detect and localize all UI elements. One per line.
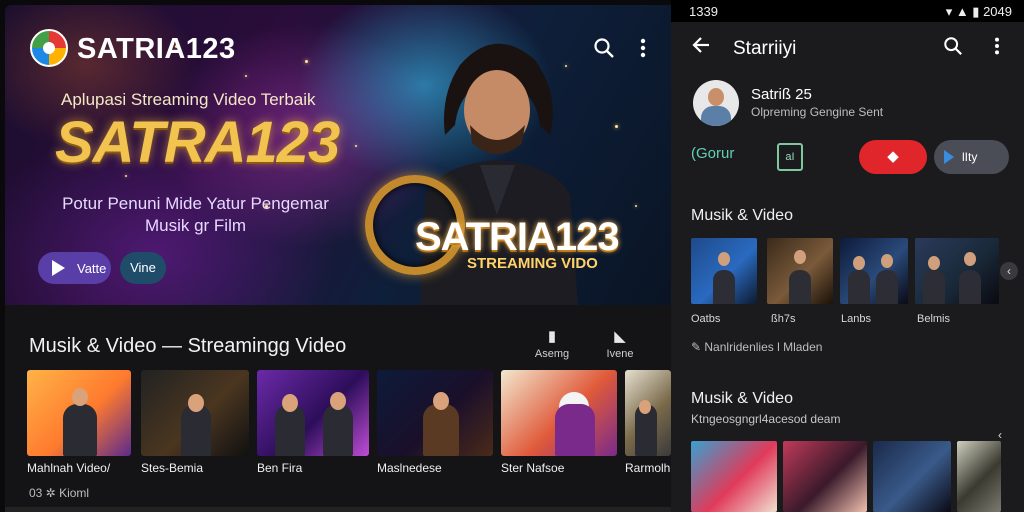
more-vert-icon[interactable]	[639, 37, 647, 63]
hero-promo: Potur Penuni Mide Yatur Pengemar Musik g…	[53, 193, 338, 237]
pencil-icon: ✎	[691, 340, 705, 354]
play-button[interactable]: Vatte	[38, 252, 111, 284]
chevron-left-icon[interactable]: ‹	[1000, 262, 1018, 280]
bookmark-action[interactable]: ▮ Asemg	[527, 327, 577, 360]
thumbnail-title: Ster Nafsoe	[501, 461, 565, 475]
thumbnail-title: Stes-Bemia	[141, 461, 204, 475]
next-row-peek	[5, 507, 671, 512]
play-button-label: Vatte	[77, 260, 107, 276]
thumbnail-title: Lanbs	[841, 313, 871, 325]
chevron-icon[interactable]: ‹	[998, 428, 1002, 442]
channel-avatar[interactable]	[693, 80, 739, 126]
thumbnail-title: Mahlnah Video/	[27, 461, 111, 475]
status-icons: ▾ ▲ ▮ 2049	[945, 4, 1012, 19]
status-bar: 1339 ▾ ▲ ▮ 2049	[671, 0, 1024, 22]
search-icon[interactable]	[593, 37, 615, 63]
video-thumbnail[interactable]	[873, 441, 951, 512]
thumbnail-title: Maslnedese	[377, 461, 442, 475]
play-pill-button[interactable]: lIty	[934, 140, 1009, 174]
channel-subtitle: Olpreming Gengine Sent	[751, 105, 884, 119]
hero-brand-sub: STREAMING VIDO	[467, 255, 598, 272]
bookmark-icon: ▮	[547, 328, 557, 345]
play-icon	[52, 260, 65, 276]
section-2-subtitle: Ktngeosgngrl4acesod deam	[691, 412, 841, 426]
app-bar-title: Starriiyi	[733, 38, 797, 59]
bookmark-action-label: Asemg	[534, 348, 570, 360]
hero-tagline: Aplupasi Streaming Video Terbaik	[61, 90, 316, 109]
partner-badge-icon: aI	[777, 143, 803, 171]
search-icon[interactable]	[943, 36, 963, 62]
video-thumbnail[interactable]	[27, 370, 131, 456]
hero-brand-mark: SATRIA123	[415, 215, 620, 259]
thumbnail-title: Ben Fira	[257, 461, 303, 475]
status-time: 1339	[689, 4, 718, 19]
video-thumbnail[interactable]	[625, 370, 671, 456]
video-thumbnail[interactable]	[501, 370, 617, 456]
hero-promo-line-1: Potur Penuni Mide Yatur Pengemar	[62, 194, 329, 213]
phone-app: 1339 ▾ ▲ ▮ 2049 Starriiyi Satriß 25 Olpr…	[671, 0, 1024, 512]
tablet-app: SATRIA123 Aplupasi Streaming Video Terba…	[5, 5, 671, 512]
thumbnail-meta: 03 ✲ Kioml	[29, 486, 90, 500]
partner-logo-icon: (Gorur	[691, 145, 735, 162]
video-thumbnail[interactable]	[257, 370, 369, 456]
video-thumbnail[interactable]	[767, 238, 833, 304]
thumbnail-title: Oatbs	[691, 313, 721, 325]
section-1-meta-text: Nanlridenlies l Mladen	[704, 340, 823, 354]
screenshot-root: SATRIA123 Aplupasi Streaming Video Terba…	[0, 0, 1024, 512]
channel-name: Satriß 25	[751, 86, 812, 103]
video-thumbnail[interactable]	[691, 238, 757, 304]
video-thumbnail[interactable]	[141, 370, 249, 456]
app-logo-icon	[30, 29, 68, 67]
section-title: Musik & Video — Streamingg Video	[29, 335, 347, 357]
section-1-meta: ✎ Nanlridenlies l Mladen	[691, 340, 822, 354]
section-2-title: Musik & Video	[691, 390, 793, 407]
share-action[interactable]: ◣ Ivene	[595, 327, 645, 360]
video-thumbnail[interactable]	[915, 238, 999, 304]
video-thumbnail[interactable]	[377, 370, 493, 456]
hero-banner[interactable]: SATRIA123 Aplupasi Streaming Video Terba…	[5, 5, 671, 305]
view-button[interactable]: Vine	[120, 252, 166, 284]
video-thumbnail[interactable]	[840, 238, 908, 304]
subscribe-button[interactable]: ◆	[859, 140, 927, 174]
hero-title: SATRA123	[55, 110, 340, 175]
section-1-title: Musik & Video	[691, 207, 793, 224]
share-icon: ◣	[614, 328, 626, 345]
thumbnail-title: Belmis	[917, 313, 951, 325]
play-pill-label: lIty	[962, 150, 978, 164]
thumbnail-title: Rarmolh	[625, 461, 671, 475]
app-bar: Starriiyi	[671, 22, 1024, 76]
share-action-label: Ivene	[606, 348, 634, 360]
play-store-icon	[944, 150, 954, 164]
back-arrow-icon[interactable]	[691, 34, 711, 62]
video-thumbnail[interactable]	[691, 441, 777, 512]
hero-promo-line-2: Musik gr Film	[144, 216, 247, 235]
app-name: SATRIA123	[77, 33, 236, 65]
more-vert-icon[interactable]	[993, 36, 1001, 62]
video-thumbnail[interactable]	[957, 441, 1001, 512]
video-thumbnail[interactable]	[783, 441, 867, 512]
thumbnail-title: ßh7s	[771, 313, 796, 325]
